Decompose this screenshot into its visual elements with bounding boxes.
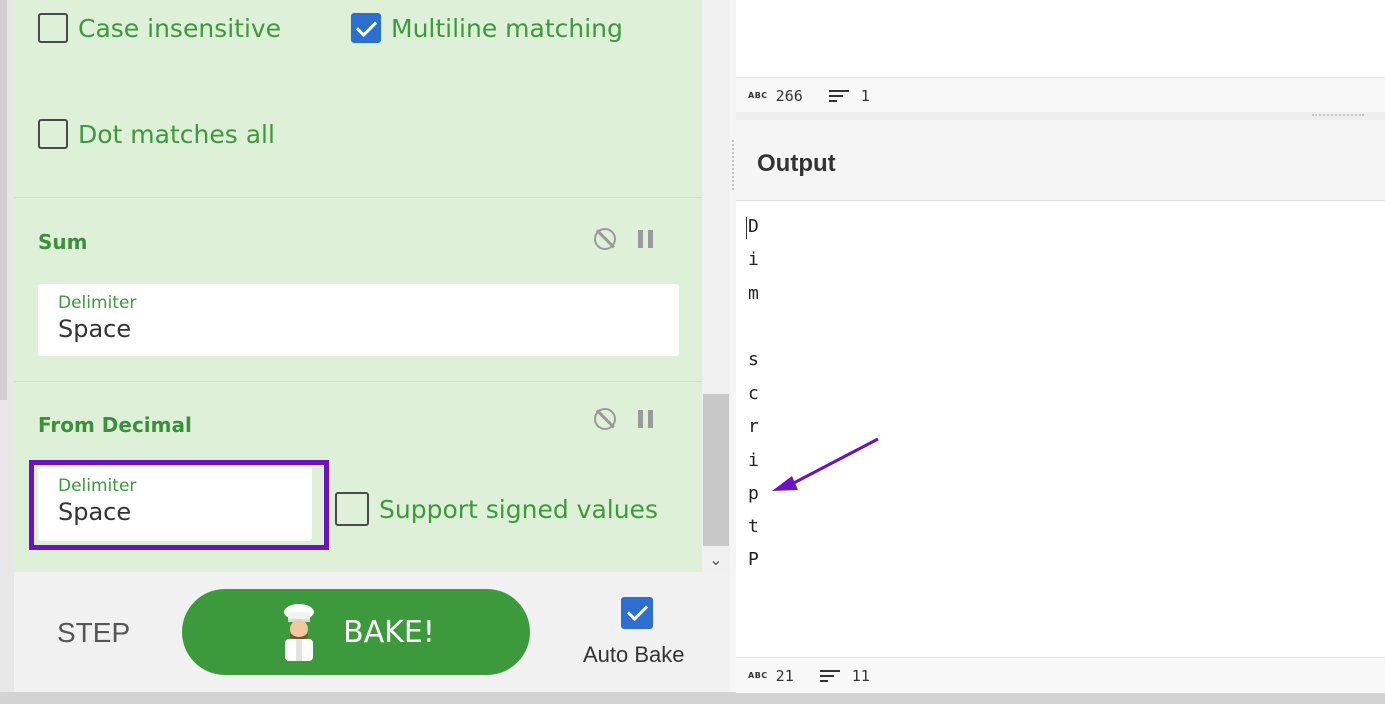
input-char-count: 266 [775, 86, 803, 105]
from-decimal-operation-controls [594, 408, 654, 430]
bake-button-label: BAKE! [343, 614, 435, 650]
output-char-count: 21 [775, 666, 794, 685]
disable-icon[interactable] [594, 228, 616, 250]
checkbox-box [38, 119, 68, 149]
char-count-icon: ABC [748, 91, 768, 100]
checkbox-box [38, 13, 68, 43]
auto-bake-label: Auto Bake [583, 642, 685, 667]
support-signed-values-checkbox[interactable]: Support signed values [335, 492, 658, 526]
input-statusbar: ABC 266 1 [736, 77, 1385, 113]
output-line: m [748, 283, 759, 304]
output-line: s [748, 349, 759, 370]
resize-grip[interactable] [1312, 114, 1364, 118]
dot-matches-all-label: Dot matches all [78, 119, 275, 149]
case-insensitive-checkbox[interactable]: Case insensitive [38, 13, 281, 43]
input-line-count: 1 [860, 86, 870, 105]
output-line: p [748, 483, 759, 504]
line-count-icon [819, 669, 840, 683]
auto-bake-checkbox[interactable] [621, 597, 653, 629]
input-textarea[interactable] [736, 0, 1385, 76]
output-line: c [748, 383, 759, 404]
bake-button[interactable]: BAKE! [182, 589, 530, 675]
case-insensitive-label: Case insensitive [78, 13, 282, 43]
step-button[interactable]: STEP [57, 617, 130, 649]
output-line: P [748, 549, 759, 570]
scroll-down-arrow-icon[interactable]: ⌄ [707, 548, 725, 570]
output-statusbar: ABC 21 11 [736, 657, 1385, 693]
output-line: D [748, 216, 759, 237]
operation-divider [14, 381, 702, 382]
text-caret [746, 217, 747, 239]
recipe-scrollbar-thumb[interactable] [703, 394, 729, 546]
checkbox-box-checked [351, 13, 381, 43]
pause-icon[interactable] [638, 410, 654, 428]
output-textarea[interactable]: D i m s c r i p t P [736, 201, 1385, 657]
support-signed-values-label: Support signed values [379, 494, 658, 524]
annotation-arrow-icon [772, 437, 879, 491]
sum-operation-controls [594, 228, 654, 250]
line-count-icon [828, 89, 849, 103]
char-count-icon: ABC [748, 671, 768, 680]
output-line: r [748, 416, 759, 437]
sum-operation-title: Sum [38, 230, 88, 254]
delimiter-value[interactable]: Space [58, 314, 659, 344]
window-bottom-bar [0, 692, 1385, 704]
chef-icon [284, 604, 315, 661]
output-line-count: 11 [851, 666, 870, 685]
sum-delimiter-field[interactable]: Delimiter Space [38, 284, 679, 356]
disable-icon[interactable] [594, 408, 616, 430]
output-title: Output [757, 150, 836, 177]
output-line: i [748, 249, 759, 270]
dot-matches-all-checkbox[interactable]: Dot matches all [38, 119, 275, 149]
multiline-matching-checkbox[interactable]: Multiline matching [351, 13, 623, 43]
output-line: t [748, 516, 759, 537]
output-header: Output [736, 120, 1385, 201]
operation-divider [14, 197, 702, 198]
pause-icon[interactable] [638, 230, 654, 248]
checkbox-box [335, 492, 369, 526]
output-line: i [748, 450, 759, 471]
from-decimal-operation-title: From Decimal [38, 413, 192, 437]
annotation-highlight-box [29, 460, 329, 550]
delimiter-label: Delimiter [58, 293, 137, 313]
recipe-controls: STEP BAKE! Auto Bake [14, 572, 730, 692]
left-edge-scrollbar [0, 0, 14, 692]
io-separator[interactable] [736, 112, 1385, 120]
multiline-matching-label: Multiline matching [391, 13, 623, 43]
